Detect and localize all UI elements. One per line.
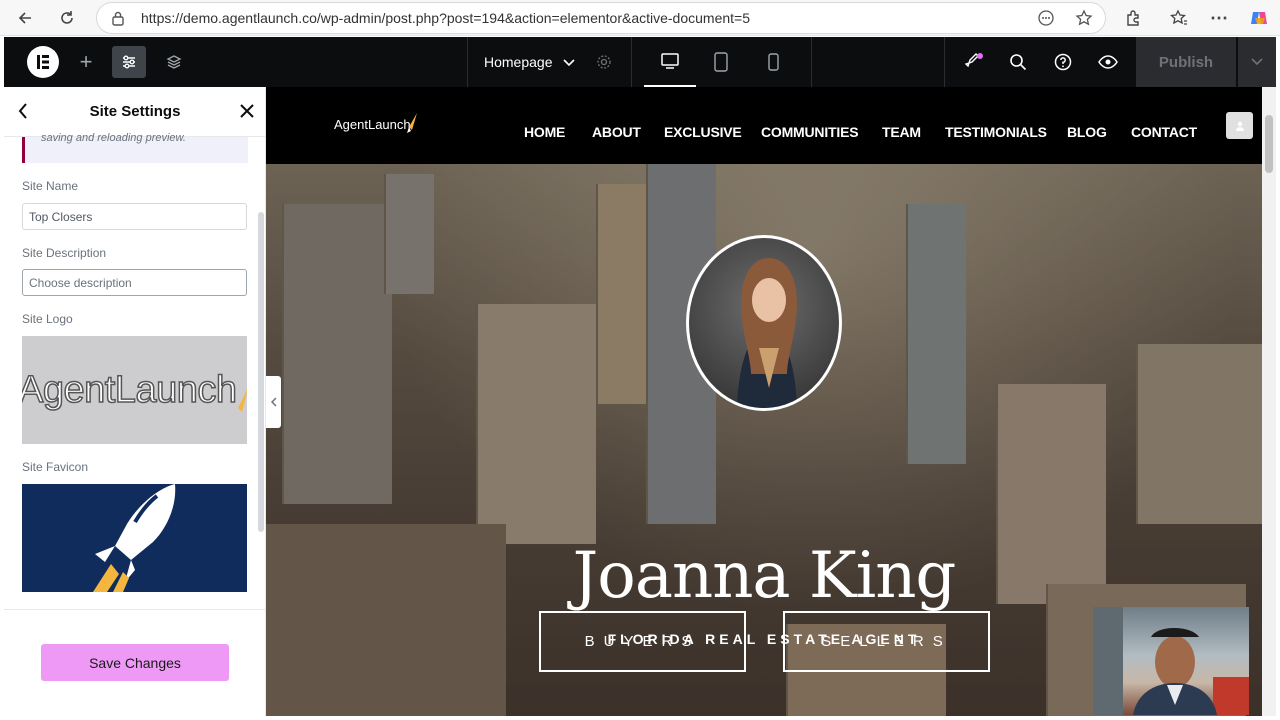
site-description-label: Site Description <box>22 246 107 260</box>
site-logo-rocket-icon <box>406 113 418 138</box>
reload-icon[interactable] <box>54 5 80 31</box>
scrollbar-thumb[interactable] <box>1265 115 1273 173</box>
back-arrow-icon[interactable] <box>12 5 38 31</box>
favorite-star-icon[interactable] <box>1075 9 1093 32</box>
info-notice: saving and reloading preview. <box>22 132 248 163</box>
site-name-field[interactable]: Top Closers <box>22 203 247 230</box>
publish-options-chevron-icon[interactable] <box>1238 37 1276 87</box>
hero-name: Joanna King <box>572 539 957 613</box>
copilot-icon[interactable] <box>1246 5 1272 31</box>
favorites-icon[interactable] <box>1166 5 1192 31</box>
browser-toolbar: https://demo.agentlaunch.co/wp-admin/pos… <box>0 0 1280 36</box>
add-element-icon[interactable]: + <box>74 37 98 87</box>
page-selector[interactable]: Homepage <box>484 37 575 87</box>
close-icon[interactable] <box>240 104 254 123</box>
preview-scrollbar[interactable] <box>1262 87 1276 716</box>
help-icon[interactable] <box>1051 37 1075 87</box>
nav-about[interactable]: ABOUT <box>592 124 641 140</box>
site-header: AgentLaunch HOME ABOUT EXCLUSIVE COMMUNI… <box>266 87 1262 164</box>
webcam-overlay <box>1093 607 1249 715</box>
more-menu-icon[interactable]: ⋯ <box>1206 5 1232 31</box>
notice-text: saving and reloading preview. <box>41 132 186 144</box>
agent-portrait <box>686 235 842 411</box>
address-bar[interactable]: https://demo.agentlaunch.co/wp-admin/pos… <box>96 2 1106 34</box>
site-description-placeholder: Choose description <box>29 275 132 290</box>
site-settings-icon[interactable] <box>112 46 146 78</box>
editor-top-bar: + Homepage Publish <box>4 37 1276 87</box>
chevron-down-icon <box>562 54 575 70</box>
site-favicon-label: Site Favicon <box>22 460 89 474</box>
nav-communities[interactable]: COMMUNITIES <box>761 124 859 140</box>
site-settings-panel: Site Settings saving and reloading previ… <box>4 87 266 716</box>
nav-home[interactable]: HOME <box>524 124 565 140</box>
site-logo-label: Site Logo <box>22 312 73 326</box>
extensions-icon[interactable] <box>1120 5 1146 31</box>
site-name-label: Site Name <box>22 179 79 193</box>
page-selector-label: Homepage <box>484 54 553 70</box>
panel-footer-divider <box>4 609 266 610</box>
site-favicon-preview[interactable] <box>22 484 247 592</box>
search-icon[interactable] <box>1006 37 1030 87</box>
save-changes-button[interactable]: Save Changes <box>41 644 229 681</box>
nav-blog[interactable]: BLOG <box>1067 124 1107 140</box>
lock-icon[interactable] <box>111 10 125 31</box>
tablet-view-icon[interactable] <box>708 37 734 87</box>
preview-eye-icon[interactable] <box>1096 37 1120 87</box>
panel-scrollbar[interactable] <box>258 212 264 532</box>
sellers-button[interactable]: SELLERS <box>783 611 990 672</box>
nav-contact[interactable]: CONTACT <box>1131 124 1197 140</box>
nav-team[interactable]: TEAM <box>882 124 921 140</box>
desktop-view-icon[interactable] <box>644 37 696 87</box>
mobile-view-icon[interactable] <box>760 37 786 87</box>
buyers-button[interactable]: BUYERS <box>539 611 746 672</box>
elementor-logo-icon[interactable] <box>26 37 60 87</box>
page-settings-gear-icon[interactable] <box>592 37 616 87</box>
header-user-icon[interactable] <box>1226 112 1253 139</box>
logo-rocket-icon <box>234 388 247 423</box>
notifications-rocket-icon[interactable] <box>962 37 986 87</box>
logo-image-text: AgentLaunch <box>22 368 238 412</box>
structure-layers-icon[interactable] <box>162 37 186 87</box>
nav-testimonials[interactable]: TESTIMONIALS <box>945 124 1047 140</box>
url-text[interactable]: https://demo.agentlaunch.co/wp-admin/pos… <box>141 10 750 26</box>
collapse-panel-handle[interactable] <box>266 376 281 428</box>
favicon-rocket-icon <box>87 484 187 592</box>
site-logo-preview[interactable]: AgentLaunch <box>22 336 247 444</box>
site-description-field[interactable]: Choose description <box>22 269 247 296</box>
reader-icon[interactable] <box>1037 9 1055 32</box>
panel-header: Site Settings <box>4 87 266 137</box>
nav-exclusive[interactable]: EXCLUSIVE <box>664 124 742 140</box>
publish-button[interactable]: Publish <box>1136 37 1236 87</box>
panel-title: Site Settings <box>89 103 181 120</box>
site-logo-text[interactable]: AgentLaunch <box>334 117 411 132</box>
